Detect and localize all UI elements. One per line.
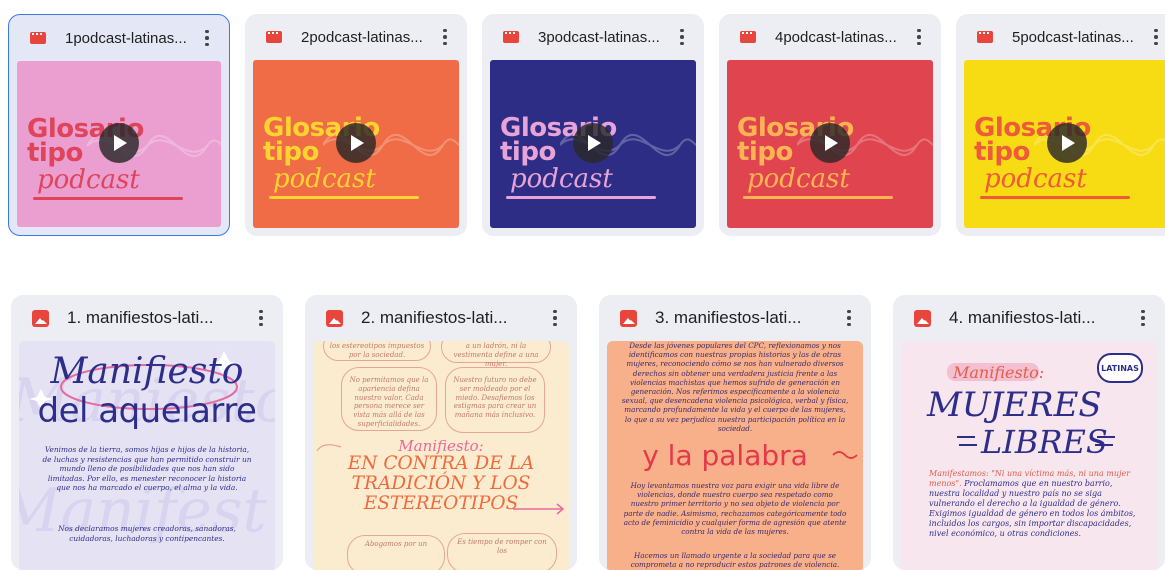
more-options-icon[interactable] bbox=[433, 25, 457, 49]
thumbnail-underline bbox=[506, 196, 656, 199]
image-thumbnail[interactable]: LATINAS Manifiesto: MUJERES LIBRES Manif… bbox=[901, 341, 1157, 570]
file-name: 4podcast-latinas... bbox=[775, 28, 897, 46]
thumbnail-subtitle: podcast bbox=[37, 165, 140, 195]
video-file-icon bbox=[976, 29, 994, 45]
video-thumbnail[interactable]: Glosario tipo podcast bbox=[17, 61, 221, 227]
more-options-icon[interactable] bbox=[670, 25, 694, 49]
thumbnail-subtitle: podcast bbox=[273, 164, 376, 194]
thumbnail-underline bbox=[33, 197, 183, 200]
manifesto-paragraph-1: Venimos de la tierra, somos hijas e hijo… bbox=[42, 445, 252, 493]
play-icon[interactable] bbox=[810, 123, 850, 163]
video-file-icon bbox=[502, 29, 520, 45]
play-icon[interactable] bbox=[336, 123, 376, 163]
image-file-icon bbox=[325, 309, 343, 327]
card-header: 5podcast-latinas... bbox=[956, 14, 1165, 60]
card-header: 4. manifiestos-lati... bbox=[893, 295, 1165, 341]
thumbnail-underline bbox=[269, 196, 419, 199]
card-header: 1. manifiestos-lati... bbox=[11, 295, 283, 341]
video-thumbnail[interactable]: Glosario tipo podcast bbox=[253, 60, 459, 228]
file-card-podcast-5[interactable]: 5podcast-latinas... Glosario tipo podcast bbox=[956, 14, 1165, 236]
image-file-icon bbox=[31, 309, 49, 327]
file-card-podcast-4[interactable]: 4podcast-latinas... Glosario tipo podcast bbox=[719, 14, 941, 236]
file-card-podcast-3[interactable]: 3podcast-latinas... Glosario tipo podcast bbox=[482, 14, 704, 236]
file-card-manifiesto-1[interactable]: 1. manifiestos-lati... Maniesto Manifest… bbox=[11, 295, 283, 570]
more-options-icon[interactable] bbox=[543, 306, 567, 330]
thumbnail-underline bbox=[980, 196, 1130, 199]
file-name: 4. manifiestos-lati... bbox=[949, 308, 1096, 327]
file-name: 1podcast-latinas... bbox=[65, 29, 187, 47]
video-file-icon bbox=[29, 30, 47, 46]
image-file-icon bbox=[913, 309, 931, 327]
video-thumbnail[interactable]: Glosario tipo podcast bbox=[964, 60, 1165, 228]
more-options-icon[interactable] bbox=[195, 26, 219, 50]
more-options-icon[interactable] bbox=[1131, 306, 1155, 330]
video-file-icon bbox=[265, 29, 283, 45]
manifesto-heading-1: Manifiesto bbox=[50, 351, 244, 392]
card-header: 2podcast-latinas... bbox=[245, 14, 467, 60]
thumbnail-subtitle: podcast bbox=[510, 164, 613, 194]
file-card-manifiesto-2[interactable]: 2. manifiestos-lati... los estereotipos … bbox=[305, 295, 577, 570]
play-icon[interactable] bbox=[1047, 123, 1087, 163]
text-bubble: Es tiempo de romper con los bbox=[447, 533, 557, 570]
manifesto-paragraph-2: Hoy levantamos nuestra voz para exigir u… bbox=[623, 481, 847, 537]
file-card-podcast-1[interactable]: 1podcast-latinas... Glosario tipo podcast bbox=[8, 14, 230, 236]
file-name: 3podcast-latinas... bbox=[538, 28, 660, 46]
file-card-podcast-2[interactable]: 2podcast-latinas... Glosario tipo podcast bbox=[245, 14, 467, 236]
card-header: 2. manifiestos-lati... bbox=[305, 295, 577, 341]
video-thumbnail[interactable]: Glosario tipo podcast bbox=[490, 60, 696, 228]
more-options-icon[interactable] bbox=[249, 306, 273, 330]
manifesto-heading-2: del aquelarre bbox=[37, 391, 257, 431]
thumbnail-underline bbox=[743, 196, 893, 199]
thumbnail-subtitle: podcast bbox=[747, 164, 850, 194]
video-thumbnail[interactable]: Glosario tipo podcast bbox=[727, 60, 933, 228]
card-header: 1podcast-latinas... bbox=[9, 15, 229, 61]
manifesto-paragraph: Manifestamos: "Ni una víctima más, ni un… bbox=[929, 469, 1143, 539]
file-card-manifiesto-4[interactable]: 4. manifiestos-lati... LATINAS Manifiest… bbox=[893, 295, 1165, 570]
file-name: 1. manifiestos-lati... bbox=[67, 308, 214, 327]
play-icon[interactable] bbox=[573, 123, 613, 163]
more-options-icon[interactable] bbox=[837, 306, 861, 330]
file-card-manifiesto-3[interactable]: 3. manifiestos-lati... Desde las jóvenes… bbox=[599, 295, 871, 570]
image-thumbnail[interactable]: Maniesto Manifest Manifiesto del aquelar… bbox=[19, 341, 275, 570]
more-options-icon[interactable] bbox=[907, 25, 931, 49]
text-bubble: Abogamos por un bbox=[347, 535, 445, 570]
card-header: 3podcast-latinas... bbox=[482, 14, 704, 60]
file-name: 2podcast-latinas... bbox=[301, 28, 423, 46]
play-icon[interactable] bbox=[99, 123, 139, 163]
file-name: 3. manifiestos-lati... bbox=[655, 308, 802, 327]
image-thumbnail[interactable]: Desde las jóvenes populares del CPC, ref… bbox=[607, 341, 863, 570]
image-file-icon bbox=[619, 309, 637, 327]
file-name: 5podcast-latinas... bbox=[1012, 28, 1134, 46]
card-header: 3. manifiestos-lati... bbox=[599, 295, 871, 341]
file-name: 2. manifiestos-lati... bbox=[361, 308, 508, 327]
more-options-icon[interactable] bbox=[1144, 25, 1165, 49]
manifesto-paragraph-3: Hacemos un llamado urgente a la sociedad… bbox=[630, 551, 840, 570]
video-file-icon bbox=[739, 29, 757, 45]
thumbnail-subtitle: podcast bbox=[984, 164, 1087, 194]
image-thumbnail[interactable]: los estereotipos impuestos por la socied… bbox=[313, 341, 569, 570]
manifesto-paragraph-2: Nos declaramos mujeres creadoras, sanado… bbox=[58, 524, 236, 543]
card-header: 4podcast-latinas... bbox=[719, 14, 941, 60]
